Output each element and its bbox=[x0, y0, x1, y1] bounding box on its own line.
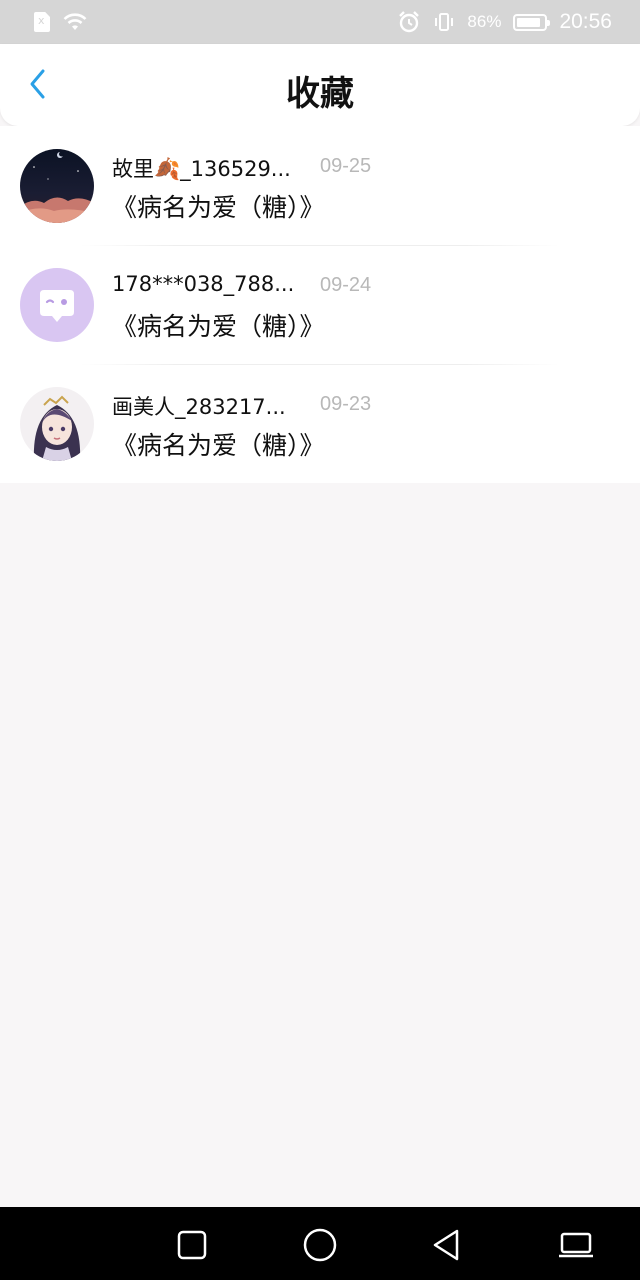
avatar[interactable] bbox=[20, 387, 94, 461]
square-icon bbox=[177, 1230, 207, 1260]
user-name: 画美人_283217... bbox=[112, 395, 286, 419]
night-sky-avatar-image bbox=[20, 149, 94, 223]
wifi-icon bbox=[63, 13, 87, 30]
back-nav-button[interactable] bbox=[426, 1225, 466, 1265]
clock: 20:56 bbox=[559, 10, 612, 33]
vibrate-icon bbox=[435, 13, 454, 31]
book-title: 《病名为爱（糖）》 bbox=[112, 193, 325, 222]
anime-girl-avatar-image bbox=[20, 387, 94, 461]
user-name: 178***038_788... bbox=[112, 272, 295, 296]
avatar[interactable] bbox=[20, 149, 94, 223]
battery-percent: 86% bbox=[467, 12, 502, 31]
circle-icon bbox=[303, 1228, 337, 1262]
favorite-date: 09-23 bbox=[320, 393, 372, 415]
home-button[interactable] bbox=[300, 1225, 340, 1265]
favorite-date: 09-24 bbox=[320, 274, 372, 296]
extra-nav-button[interactable] bbox=[556, 1225, 596, 1265]
battery-fill bbox=[517, 17, 540, 27]
favorite-date: 09-25 bbox=[320, 155, 372, 177]
alarm-icon bbox=[399, 11, 420, 33]
page-title: 收藏 bbox=[286, 74, 354, 114]
recent-apps-button[interactable] bbox=[172, 1225, 212, 1265]
header: 收藏 bbox=[0, 44, 640, 126]
system-nav-bar bbox=[0, 1207, 640, 1280]
user-name: 故里🍂_136529... bbox=[112, 157, 291, 181]
laptop-icon bbox=[559, 1232, 593, 1258]
status-right: 86% 20:56 bbox=[397, 10, 612, 34]
no-sim-icon bbox=[34, 12, 50, 32]
triangle-back-icon bbox=[433, 1229, 459, 1261]
list-item[interactable]: 故里🍂_136529... 09-25 《病名为爱（糖）》 bbox=[0, 126, 640, 245]
list-item[interactable]: 178***038_788... 09-24 《病名为爱（糖）》 bbox=[0, 245, 640, 364]
book-title: 《病名为爱（糖）》 bbox=[112, 431, 325, 460]
status-left bbox=[34, 12, 88, 32]
favorites-list: 故里🍂_136529... 09-25 《病名为爱（糖）》 178***038_… bbox=[0, 126, 640, 483]
book-title: 《病名为爱（糖）》 bbox=[112, 312, 325, 341]
chat-bubble-avatar-icon bbox=[20, 268, 94, 342]
battery-icon bbox=[513, 13, 551, 31]
list-item[interactable]: 画美人_283217... 09-23 《病名为爱（糖）》 bbox=[0, 364, 640, 483]
avatar[interactable] bbox=[20, 268, 94, 342]
status-bar: 86% 20:56 bbox=[0, 0, 640, 44]
